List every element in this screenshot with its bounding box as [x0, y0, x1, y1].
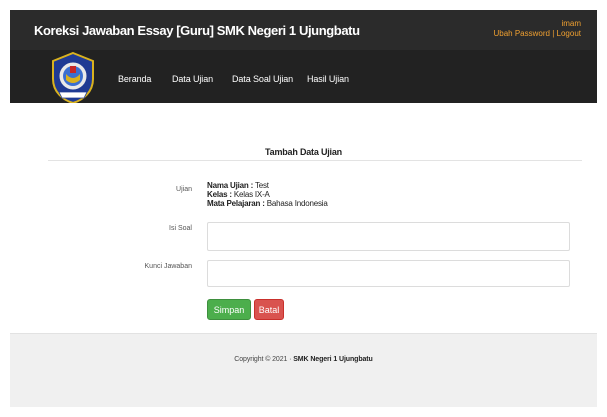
kunci-jawaban-label: Kunci Jawaban: [144, 263, 192, 270]
mapel-value: Bahasa Indonesia: [266, 199, 328, 208]
save-button[interactable]: Simpan: [207, 299, 251, 320]
copyright-label: Copyright © 2021 ·: [234, 356, 292, 363]
nama-ujian-value: Test: [254, 181, 269, 190]
school-emblem-icon[interactable]: [50, 52, 96, 104]
kelas-key: Kelas :: [207, 190, 232, 199]
username-link[interactable]: imam: [561, 19, 581, 28]
mapel-key: Mata Pelajaran :: [207, 199, 265, 208]
main-content: Tambah Data Ujian Ujian Nama Ujian : Tes…: [10, 103, 597, 338]
link-separator: |: [552, 29, 555, 38]
logout-link[interactable]: Logout: [557, 29, 581, 38]
copyright-text: Copyright © 2021 · SMK Negeri 1 Ujungbat…: [10, 356, 597, 363]
nama-ujian-key: Nama Ujian :: [207, 181, 254, 190]
nav-item-data-ujian[interactable]: Data Ujian: [172, 74, 213, 84]
change-password-link[interactable]: Ubah Password: [494, 29, 550, 38]
ujian-label: Ujian: [176, 186, 192, 193]
nav-item-hasil-ujian[interactable]: Hasil Ujian: [307, 74, 349, 84]
nav-item-data-soal-ujian[interactable]: Data Soal Ujian: [232, 74, 293, 84]
top-bar: Koreksi Jawaban Essay [Guru] SMK Negeri …: [10, 10, 597, 50]
form-title: Tambah Data Ujian: [265, 147, 342, 157]
app-title: Koreksi Jawaban Essay [Guru] SMK Negeri …: [34, 23, 360, 38]
isi-soal-label: Isi Soal: [169, 225, 192, 232]
exam-info: Nama Ujian : Test Kelas : Kelas IX-A Mat…: [207, 181, 328, 208]
kunci-jawaban-input[interactable]: [207, 260, 570, 287]
isi-soal-input[interactable]: [207, 222, 570, 251]
title-divider: [48, 160, 582, 161]
nav-item-beranda[interactable]: Beranda: [118, 74, 151, 84]
main-nav: Beranda Data Ujian Data Soal Ujian Hasil…: [10, 50, 597, 103]
footer: Copyright © 2021 · SMK Negeri 1 Ujungbat…: [10, 333, 597, 407]
footer-school-name: SMK Negeri 1 Ujungbatu: [293, 356, 373, 363]
user-area: imam Ubah Password | Logout: [494, 19, 582, 39]
cancel-button[interactable]: Batal: [254, 299, 284, 320]
kelas-value: Kelas IX-A: [233, 190, 270, 199]
app-frame: Koreksi Jawaban Essay [Guru] SMK Negeri …: [10, 10, 597, 407]
